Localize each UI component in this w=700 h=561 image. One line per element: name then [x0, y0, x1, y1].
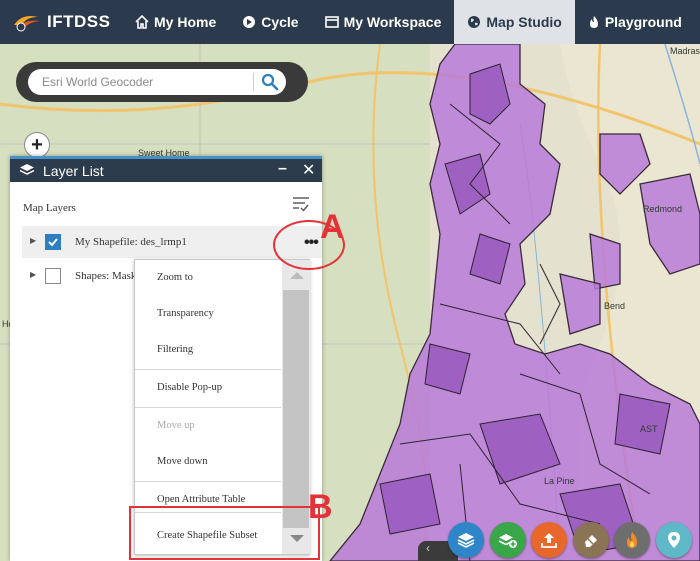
layer-list-title: Layer List: [43, 163, 104, 179]
geocoder-widget: [16, 62, 308, 102]
geocoder-input-box: [28, 69, 286, 95]
close-button[interactable]: ✕: [302, 160, 315, 180]
eraser-icon: [585, 535, 597, 547]
toolbar-pin-button[interactable]: [656, 522, 692, 558]
brand-name: IFTDSS: [47, 12, 111, 31]
workspace-icon: [324, 16, 339, 28]
map-label-redmond: Redmond: [643, 204, 683, 214]
check-icon: [48, 238, 58, 247]
fire-icon: [627, 532, 637, 548]
layers-icon: [457, 533, 475, 548]
nav-label: My Home: [154, 14, 217, 30]
nav-label: Playground: [604, 14, 682, 30]
nav-label: Map Studio: [486, 14, 562, 30]
layer-add-icon: [498, 534, 517, 548]
geocoder-search-input[interactable]: [42, 73, 232, 91]
nav-map-studio[interactable]: Map Studio: [454, 0, 575, 44]
layer-name: Shapes: Mask: [75, 270, 137, 282]
toolbar-layers-button[interactable]: [448, 522, 484, 558]
toolbar-fire-button[interactable]: [614, 522, 650, 558]
cycle-icon: [243, 16, 256, 28]
flame-icon: [589, 16, 598, 28]
geocoder-divider: [253, 73, 254, 91]
layer-options-icon[interactable]: [292, 196, 310, 212]
layers-icon: [19, 164, 35, 175]
map-label-la-pine: La Pine: [544, 476, 575, 486]
layer-visibility-checkbox[interactable]: [45, 234, 61, 250]
scroll-up-icon[interactable]: [290, 272, 304, 279]
minimize-button[interactable]: –: [278, 160, 287, 178]
nav-my-workspace[interactable]: My Workspace: [312, 0, 455, 44]
map-label-bend: Bend: [604, 301, 626, 311]
nav-my-home[interactable]: My Home: [122, 0, 229, 44]
menu-item-filtering[interactable]: Filtering: [135, 332, 281, 368]
layer-name: My Shapefile: des_lrmp1: [75, 236, 187, 248]
menu-item-disable-popup[interactable]: Disable Pop-up: [135, 370, 281, 406]
map-label-madras: Madras: [670, 46, 700, 56]
search-icon[interactable]: [260, 72, 280, 92]
expand-caret-icon[interactable]: ▶: [30, 236, 36, 245]
pin-icon: [668, 532, 680, 548]
layer-visibility-checkbox[interactable]: [45, 268, 61, 284]
upload-icon: [541, 533, 557, 548]
menu-item-transparency[interactable]: Transparency: [135, 296, 281, 332]
expand-caret-icon[interactable]: ▶: [30, 270, 36, 279]
scrollbar-thumb[interactable]: [283, 290, 309, 528]
iftdss-logo-icon: [14, 16, 40, 32]
globe-icon: [468, 16, 481, 28]
nav-cycle[interactable]: Cycle: [229, 0, 311, 44]
menu-item-move-down[interactable]: Move down: [135, 444, 281, 480]
toolbar-eraser-button[interactable]: [573, 522, 609, 558]
menu-item-move-up: Move up: [135, 408, 281, 444]
map-layers-label: Map Layers: [23, 202, 76, 214]
toolbar-upload-button[interactable]: [531, 522, 567, 558]
toolbar-add-layer-button[interactable]: [490, 522, 526, 558]
annotation-box-b: [129, 506, 320, 560]
home-icon: [135, 15, 149, 29]
nav-label: Cycle: [261, 14, 299, 30]
map-label-ast: AST: [640, 424, 658, 434]
annotation-label-b: B: [308, 488, 333, 526]
layer-list-header: Layer List – ✕: [10, 156, 322, 182]
menu-item-zoom-to[interactable]: Zoom to: [135, 260, 281, 296]
zoom-in-button[interactable]: +: [24, 132, 50, 158]
nav-label: My Workspace: [343, 14, 442, 30]
top-navbar: IFTDSS My Home Cycle My Workspace Map St…: [0, 0, 700, 44]
nav-playground[interactable]: Playground: [575, 0, 695, 44]
brand[interactable]: IFTDSS: [0, 0, 122, 44]
annotation-label-a: A: [320, 208, 345, 246]
